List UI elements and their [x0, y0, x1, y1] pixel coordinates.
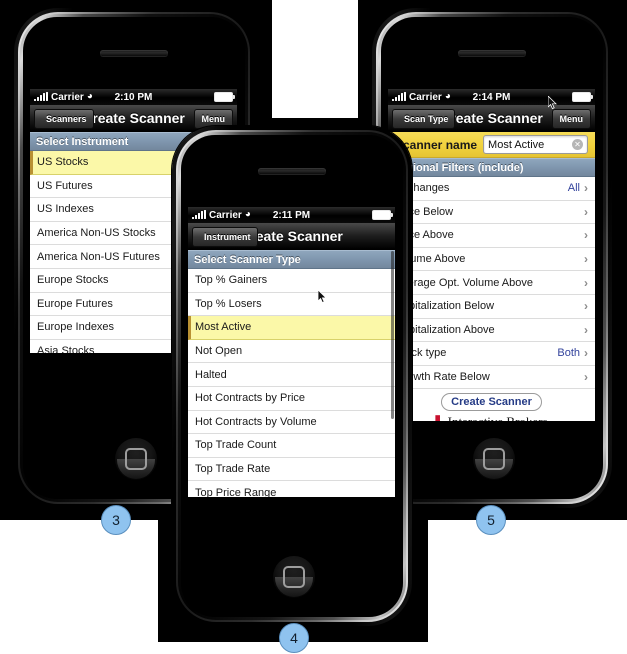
list-item[interactable]: Volume Above ›: [388, 247, 595, 272]
step-badge-4: 4: [279, 623, 309, 653]
list-item-label: Top % Gainers: [195, 274, 268, 287]
list-item[interactable]: Top Trade Rate: [188, 457, 395, 482]
list-item[interactable]: Capitalization Above ›: [388, 318, 595, 343]
page-title: Create Scanner: [82, 110, 185, 126]
status-clock: 2:11 PM: [272, 209, 311, 221]
list-item-label: US Indexes: [37, 203, 94, 216]
section-header-select-scanner-type: Select Scanner Type: [188, 250, 395, 269]
back-button[interactable]: Instrument: [192, 227, 258, 247]
list-item-label: Europe Stocks: [37, 274, 109, 287]
step-badge-5: 5: [476, 505, 506, 535]
status-bar: Carrier ◕ 2:10 PM: [30, 89, 237, 105]
step-badge-3: 3: [101, 505, 131, 535]
brand-name: Interactive Brokers: [448, 414, 548, 421]
list-item-label: Halted: [195, 368, 227, 381]
list-item[interactable]: Halted: [188, 363, 395, 387]
list-item-label: Top Trade Count: [195, 439, 277, 452]
page-title: Create Scanner: [440, 110, 543, 126]
battery-icon: [214, 92, 235, 102]
status-clock: 2:10 PM: [114, 91, 153, 103]
phone-2-earpiece-speaker: [258, 168, 326, 174]
chevron-right-icon: ›: [584, 181, 588, 196]
home-button[interactable]: [473, 438, 515, 480]
status-clock: 2:14 PM: [472, 91, 511, 103]
chevron-right-icon: ›: [584, 252, 588, 267]
list-item-label: Average Opt. Volume Above: [395, 276, 533, 289]
section-header-optional-filters: Optional Filters (include): [388, 158, 595, 177]
status-right-group: [572, 92, 593, 102]
home-button[interactable]: [273, 556, 315, 598]
list-item[interactable]: Stock type Both ›: [388, 342, 595, 366]
battery-icon: [372, 210, 393, 220]
list-item[interactable]: Top Price Range: [188, 481, 395, 497]
chevron-right-icon: ›: [584, 370, 588, 385]
step-badge-3-label: 3: [112, 512, 120, 528]
create-scanner-row: Create Scanner: [388, 389, 595, 414]
back-button[interactable]: Scanners: [34, 109, 94, 129]
list-item-value: All: [567, 182, 580, 195]
list-item-label: Top % Losers: [195, 297, 262, 310]
chevron-right-icon: ›: [584, 228, 588, 243]
chevron-right-icon: ›: [584, 204, 588, 219]
status-right-group: [214, 92, 235, 102]
list-item[interactable]: Hot Contracts by Volume: [188, 410, 395, 435]
list-item[interactable]: Top % Losers: [188, 292, 395, 317]
list-item[interactable]: Exchanges All ›: [388, 177, 595, 201]
vertical-scrollbar[interactable]: [391, 251, 394, 419]
list-item[interactable]: Top % Gainers: [188, 269, 395, 293]
status-right-group: [372, 210, 393, 220]
list-item-label: America Non-US Stocks: [37, 227, 156, 240]
step-badge-5-label: 5: [487, 512, 495, 528]
step-badge-4-label: 4: [290, 630, 298, 646]
list-item[interactable]: Top Trade Count: [188, 434, 395, 458]
list-item-label: Top Trade Rate: [195, 463, 271, 476]
list-item[interactable]: Price Above ›: [388, 224, 595, 248]
scanner-name-value: Most Active: [488, 138, 545, 151]
chevron-right-icon: ›: [584, 346, 588, 361]
scanner-name-bar: Scanner name Most Active ✕: [388, 132, 595, 158]
brand-footer: ▌ Interactive Brokers: [388, 413, 595, 421]
list-item-label: Europe Futures: [37, 297, 113, 310]
nav-bar: Instrument Create Scanner: [188, 223, 395, 250]
create-scanner-button[interactable]: Create Scanner: [441, 393, 542, 412]
home-square-icon: [283, 566, 305, 588]
list-item-label: US Futures: [37, 179, 93, 192]
chevron-right-icon: ›: [584, 299, 588, 314]
battery-icon: [572, 92, 593, 102]
list-item[interactable]: Capitalization Below ›: [388, 294, 595, 319]
list-item-label: America Non-US Futures: [37, 250, 160, 263]
nav-bar: Scan Type Create Scanner Menu: [388, 105, 595, 132]
list-item-value: Both: [557, 347, 580, 360]
chevron-right-icon: ›: [584, 275, 588, 290]
list-item-label: Top Price Range: [195, 486, 277, 497]
list-item-label: US Stocks: [37, 156, 89, 169]
list-item-label: Hot Contracts by Price: [195, 392, 306, 405]
phone-1-earpiece-speaker: [100, 50, 168, 56]
list-item-label: Not Open: [195, 345, 243, 358]
scanner-name-input[interactable]: Most Active ✕: [483, 135, 588, 154]
list-item[interactable]: Hot Contracts by Price: [188, 386, 395, 411]
list-item[interactable]: Growth Rate Below ›: [388, 365, 595, 390]
status-bar: Carrier ◕ 2:11 PM: [188, 207, 395, 223]
interactive-brokers-logo-icon: ▌: [435, 416, 444, 421]
list-item-label: Asia Stocks: [37, 345, 95, 353]
list-item[interactable]: Not Open: [188, 339, 395, 364]
chevron-right-icon: ›: [584, 322, 588, 337]
home-square-icon: [125, 448, 147, 470]
menu-button[interactable]: Menu: [551, 109, 591, 129]
clear-circle-icon[interactable]: ✕: [572, 139, 583, 150]
home-square-icon: [483, 448, 505, 470]
home-button[interactable]: [115, 438, 157, 480]
phone-3-screen: Carrier ◕ 2:14 PM Scan Type Create Scann…: [388, 89, 595, 421]
phone-2: Carrier ◕ 2:11 PM Instrument Create Scan…: [172, 126, 412, 626]
list-item[interactable]: Price Below ›: [388, 200, 595, 225]
list-item[interactable]: Average Opt. Volume Above ›: [388, 271, 595, 295]
list-item-label: Most Active: [195, 321, 252, 334]
phone-2-screen: Carrier ◕ 2:11 PM Instrument Create Scan…: [188, 207, 395, 497]
phone-3-earpiece-speaker: [458, 50, 526, 56]
status-bar: Carrier ◕ 2:14 PM: [388, 89, 595, 105]
list-item-label: Europe Indexes: [37, 321, 115, 334]
list-item-label: Hot Contracts by Volume: [195, 415, 317, 428]
list-item[interactable]: Most Active: [188, 316, 395, 340]
